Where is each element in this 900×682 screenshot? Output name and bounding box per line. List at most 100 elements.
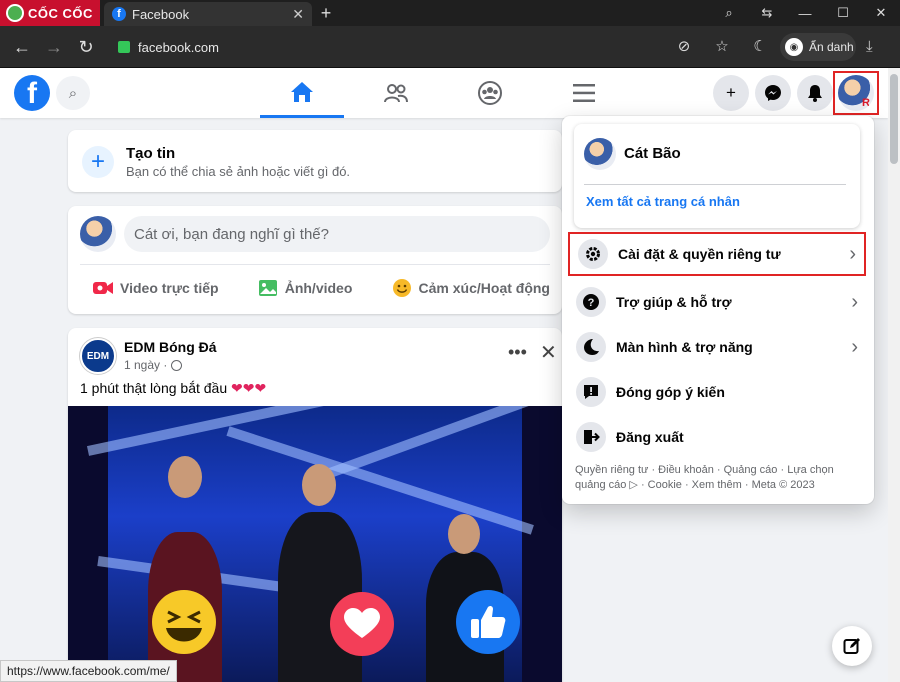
coccoc-brand-text: CỐC CỐC bbox=[28, 5, 93, 21]
reload-icon[interactable]: ↻ bbox=[74, 35, 98, 59]
forward-arrow-icon[interactable]: → bbox=[42, 35, 66, 59]
tab-friends[interactable] bbox=[354, 68, 438, 118]
lock-icon bbox=[118, 41, 130, 53]
profile-divider bbox=[584, 184, 846, 185]
incognito-label: Ẩn danh bbox=[809, 40, 854, 54]
gear-icon bbox=[578, 239, 608, 269]
light-beam bbox=[226, 426, 534, 535]
post-author-name[interactable]: EDM Bóng Đá bbox=[124, 339, 217, 355]
post-meta: 1 ngày · bbox=[124, 358, 183, 372]
like-emoji-icon bbox=[456, 590, 520, 654]
groups-icon bbox=[478, 81, 502, 105]
tab-close-icon[interactable]: ✕ bbox=[292, 6, 304, 23]
photo-video-label: Ảnh/video bbox=[284, 280, 353, 296]
footer-line-1[interactable]: Quyền riêng tư · Điều khoản · Quảng cáo … bbox=[575, 463, 865, 478]
display-accessibility-label: Màn hình & trợ năng bbox=[616, 339, 753, 355]
new-tab-button[interactable]: + bbox=[316, 2, 336, 24]
scrollbar-thumb[interactable] bbox=[890, 74, 898, 164]
post-time[interactable]: 1 ngày · bbox=[124, 358, 167, 372]
bell-icon bbox=[808, 85, 822, 102]
chevron-right-icon: › bbox=[849, 242, 856, 265]
feeling-activity-label: Cảm xúc/Hoạt động bbox=[418, 280, 550, 296]
incognito-button[interactable]: ◉ Ẩn danh bbox=[780, 33, 856, 61]
search-icon[interactable]: ⌕ bbox=[56, 76, 90, 110]
moon-icon bbox=[576, 332, 606, 362]
tab-menu[interactable] bbox=[542, 68, 626, 118]
help-icon: ? bbox=[576, 287, 606, 317]
menu-item-logout[interactable]: Đăng xuất bbox=[568, 415, 866, 459]
composer-actions: Video trực tiếp Ảnh/video Cảm xúc/Hoạt đ… bbox=[80, 270, 562, 306]
facebook-logo-icon[interactable]: f bbox=[14, 75, 50, 111]
menu-item-give-feedback[interactable]: Đóng góp ý kiến bbox=[568, 370, 866, 414]
profile-card[interactable]: Cát Bão Xem tất cả trang cá nhân bbox=[574, 124, 860, 228]
facebook-favicon-icon: f bbox=[112, 7, 126, 21]
hamburger-icon bbox=[573, 84, 595, 102]
maximize-icon[interactable]: ☐ bbox=[824, 0, 862, 26]
menu-item-display-accessibility[interactable]: Màn hình & trợ năng › bbox=[568, 325, 866, 369]
avatar bbox=[838, 75, 874, 111]
browser-tab-bar: CỐC CỐC f Facebook ✕ + ⌕ ⇆ — ☐ ✕ bbox=[0, 0, 900, 26]
menu-item-help-support[interactable]: ? Trợ giúp & hỗ trợ › bbox=[568, 280, 866, 324]
notifications-button[interactable] bbox=[797, 75, 833, 111]
tab-groups[interactable] bbox=[448, 68, 532, 118]
person-left-head bbox=[168, 456, 202, 498]
post-composer: Cát ơi, bạn đang nghĩ gì thế? Video trực… bbox=[68, 206, 562, 314]
coccoc-logo[interactable]: CỐC CỐC bbox=[0, 0, 100, 26]
post-image[interactable] bbox=[68, 406, 562, 682]
sidebar-toggle-icon[interactable]: ⇆ bbox=[748, 0, 786, 26]
address-bar-icons: ⊘ ☆ ☾ bbox=[674, 36, 770, 56]
coccoc-icon bbox=[6, 4, 24, 22]
url-field[interactable]: facebook.com bbox=[108, 32, 764, 62]
chevron-right-icon: › bbox=[851, 290, 858, 313]
back-arrow-icon[interactable]: ← bbox=[10, 35, 34, 59]
download-icon[interactable]: ⤓ bbox=[866, 38, 873, 55]
eye-off-icon[interactable]: ⊘ bbox=[674, 36, 694, 56]
logout-label: Đăng xuất bbox=[616, 429, 684, 445]
url-text: facebook.com bbox=[138, 39, 219, 55]
tab-home[interactable] bbox=[260, 68, 344, 118]
post-text: 1 phút thật lòng bắt đầu ❤❤❤ bbox=[80, 380, 266, 397]
feeling-activity-button[interactable]: Cảm xúc/Hoạt động bbox=[379, 270, 562, 306]
person-center-head bbox=[302, 464, 336, 506]
page-scrollbar[interactable] bbox=[888, 68, 900, 682]
account-avatar-button[interactable] bbox=[833, 71, 879, 115]
chevron-right-icon: › bbox=[851, 335, 858, 358]
post-author-avatar[interactable]: EDM bbox=[80, 338, 116, 374]
create-button[interactable]: + bbox=[713, 75, 749, 111]
add-story-icon: + bbox=[82, 146, 114, 178]
footer-line-2[interactable]: quảng cáo ▷ · Cookie · Xem thêm · Meta ©… bbox=[575, 478, 865, 493]
dark-mode-icon[interactable]: ☾ bbox=[750, 36, 770, 56]
menu-item-settings-privacy[interactable]: Cài đặt & quyền riêng tư › bbox=[568, 232, 866, 276]
window-controls: ⌕ ⇆ — ☐ ✕ bbox=[710, 0, 900, 26]
settings-privacy-label: Cài đặt & quyền riêng tư bbox=[618, 246, 781, 262]
close-window-icon[interactable]: ✕ bbox=[862, 0, 900, 26]
browser-tab-facebook[interactable]: f Facebook ✕ bbox=[104, 2, 312, 26]
minimize-icon[interactable]: — bbox=[786, 0, 824, 26]
tab-search-icon[interactable]: ⌕ bbox=[710, 0, 748, 26]
composer-avatar[interactable] bbox=[80, 216, 116, 252]
love-emoji-icon bbox=[330, 592, 394, 656]
plus-icon: + bbox=[726, 83, 736, 102]
menu-footer-links: Quyền riêng tư · Điều khoản · Quảng cáo … bbox=[575, 463, 865, 493]
person-right-head bbox=[448, 514, 480, 554]
smile-icon bbox=[391, 277, 413, 299]
create-story-card[interactable]: + Tạo tin Bạn có thể chia sẻ ảnh hoặc vi… bbox=[68, 130, 562, 192]
composer-divider bbox=[80, 264, 550, 265]
live-video-button[interactable]: Video trực tiếp bbox=[80, 270, 231, 306]
feedback-icon bbox=[576, 377, 606, 407]
post-text-body: 1 phút thật lòng bắt đầu bbox=[80, 380, 228, 396]
see-all-profiles-link[interactable]: Xem tất cả trang cá nhân bbox=[586, 194, 740, 209]
compose-icon bbox=[843, 638, 860, 654]
star-icon[interactable]: ☆ bbox=[712, 36, 732, 56]
tab-title: Facebook bbox=[132, 6, 190, 22]
live-video-icon bbox=[92, 277, 114, 299]
close-post-icon[interactable]: ✕ bbox=[540, 340, 557, 365]
new-message-button[interactable] bbox=[832, 626, 872, 666]
composer-input[interactable]: Cát ơi, bạn đang nghĩ gì thế? bbox=[124, 216, 550, 252]
messenger-button[interactable] bbox=[755, 75, 791, 111]
help-support-label: Trợ giúp & hỗ trợ bbox=[616, 294, 732, 310]
heart-emojis: ❤❤❤ bbox=[231, 380, 267, 396]
photo-video-button[interactable]: Ảnh/video bbox=[245, 270, 365, 306]
give-feedback-label: Đóng góp ý kiến bbox=[616, 384, 725, 400]
more-options-icon[interactable]: ••• bbox=[508, 342, 527, 363]
